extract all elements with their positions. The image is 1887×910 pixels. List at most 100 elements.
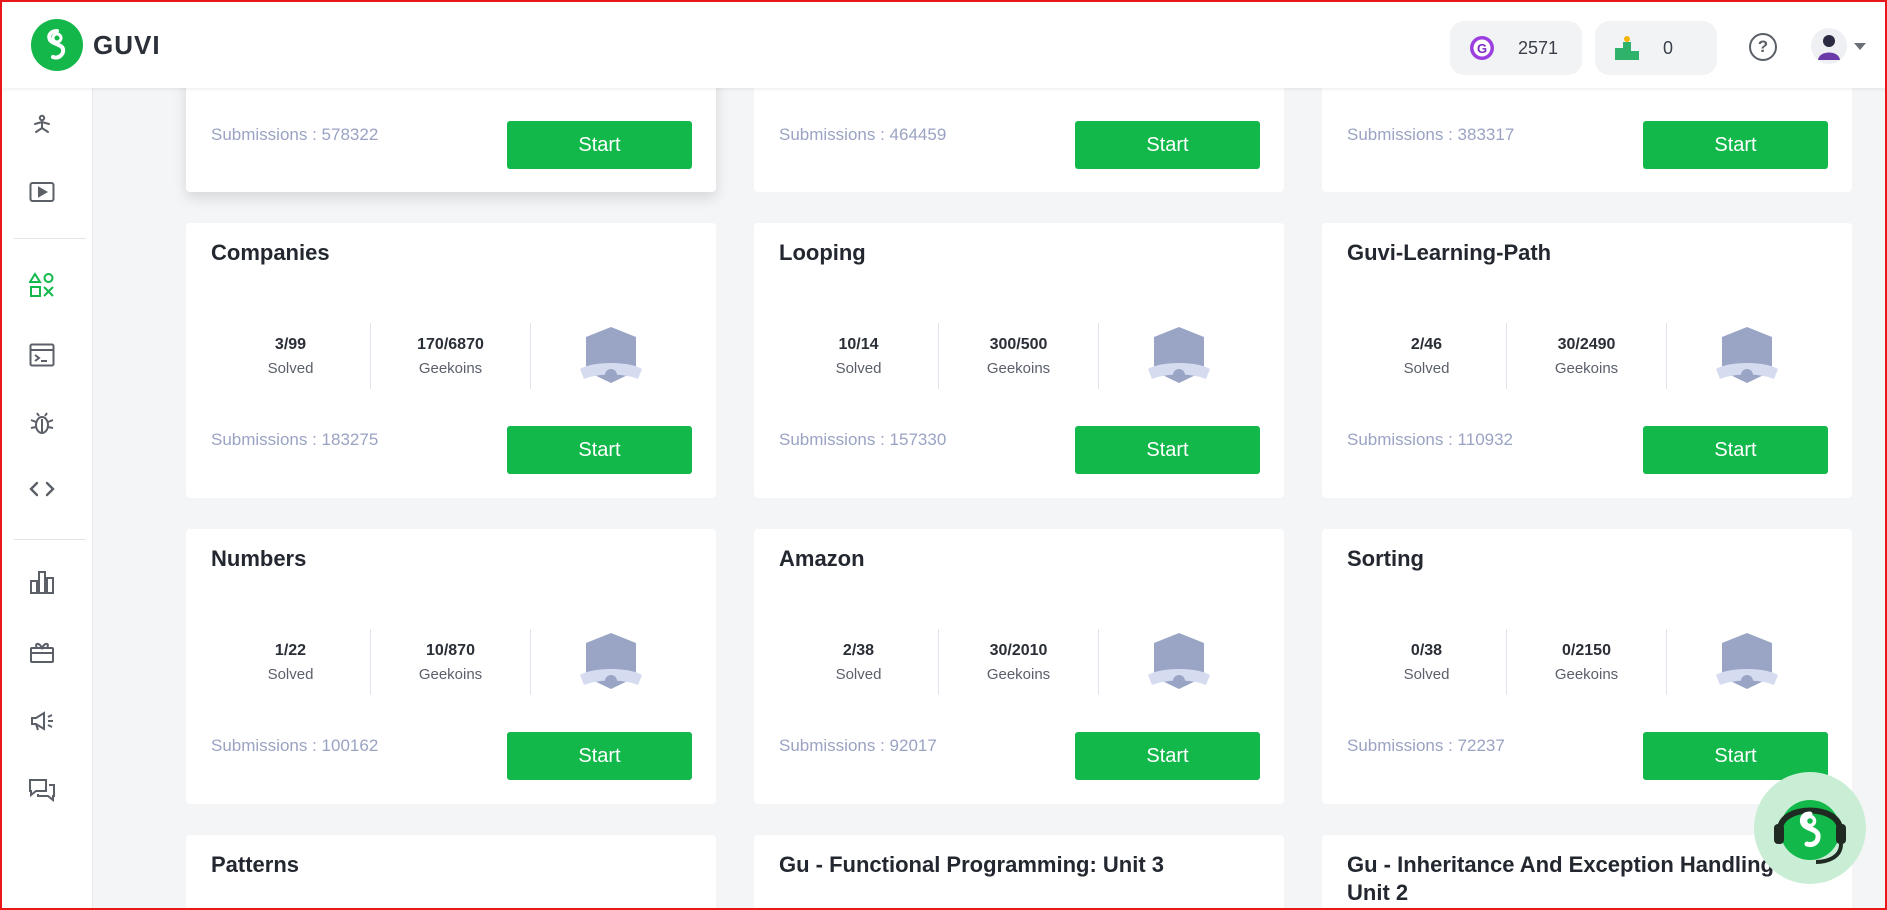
- problem-card-amazon: Amazon 2/38 Solved 30/2010 Geekoins Submis…: [754, 529, 1284, 804]
- start-button[interactable]: Start: [1643, 426, 1828, 474]
- problem-card-sorting: Sorting 0/38 Solved 0/2150 Geekoins Submis…: [1322, 529, 1852, 804]
- start-button[interactable]: Start: [507, 426, 692, 474]
- card-title: Guvi-Learning-Path: [1347, 240, 1552, 265]
- geekoins-value: 30/2010: [989, 641, 1048, 659]
- card-title: Companies: [211, 240, 330, 265]
- submissions-count: Submissions : 72237: [1347, 736, 1505, 755]
- sidebar-divider: [14, 238, 86, 239]
- geekoins-label: Geekoins: [418, 665, 483, 683]
- solved-label: Solved: [835, 359, 882, 377]
- submissions-count: Submissions : 100162: [211, 736, 379, 755]
- bug-icon[interactable]: [27, 408, 57, 438]
- start-button[interactable]: Start: [507, 121, 692, 169]
- gift-icon[interactable]: [27, 637, 57, 667]
- yoga-icon[interactable]: [27, 110, 57, 140]
- card-stats: 2/38 Solved 30/2010 Geekoins: [779, 629, 1259, 695]
- start-button[interactable]: Start: [507, 732, 692, 780]
- avatar[interactable]: [1811, 28, 1847, 64]
- solved-stat: 10/14 Solved: [779, 323, 939, 389]
- problem-card-looping: Looping 10/14 Solved 300/500 Geekoins Subm…: [754, 223, 1284, 498]
- solved-value: 1/22: [274, 641, 307, 659]
- solved-label: Solved: [1403, 359, 1450, 377]
- submissions-count: Submissions : 383317: [1347, 125, 1515, 144]
- geekoins-counter[interactable]: G 2571: [1450, 21, 1582, 75]
- submissions-count: Submissions : 110932: [1347, 430, 1514, 449]
- badge-icon: [1667, 323, 1827, 389]
- geekoins-label: Geekoins: [986, 665, 1051, 683]
- guvi-logo-mark: [31, 19, 83, 71]
- geekoins-label: Geekoins: [1554, 665, 1619, 683]
- geekoins-value: 0/2150: [1562, 641, 1611, 659]
- solved-value: 10/14: [838, 335, 879, 353]
- badge-icon: [1667, 629, 1827, 695]
- geekoins-stat: 30/2490 Geekoins: [1507, 323, 1667, 389]
- top-header: GUVI G 2571 0 ?: [0, 0, 1887, 88]
- geekoins-value: 30/2490: [1557, 335, 1616, 353]
- geekoins-stat: 10/870 Geekoins: [371, 629, 531, 695]
- card-title: Looping: [779, 240, 866, 265]
- card-stats: 1/22 Solved 10/870 Geekoins: [211, 629, 691, 695]
- card-title: Patterns: [211, 852, 300, 877]
- solved-label: Solved: [1403, 665, 1450, 683]
- forum-icon[interactable]: [27, 776, 57, 806]
- start-button[interactable]: Start: [1643, 121, 1828, 169]
- solved-stat: 3/99 Solved: [211, 323, 371, 389]
- badge-icon: [531, 629, 691, 695]
- geekoins-value: 300/500: [989, 335, 1048, 353]
- brand-name: GUVI: [93, 29, 161, 60]
- solved-stat: 1/22 Solved: [211, 629, 371, 695]
- submissions-count: Submissions : 578322: [211, 125, 379, 144]
- geekoins-value: 2571: [1518, 37, 1559, 58]
- sidebar: [0, 88, 93, 910]
- geekoin-icon: G: [1470, 36, 1494, 60]
- card-stats: 3/99 Solved 170/6870 Geekoins: [211, 323, 691, 389]
- solved-stat: 2/46 Solved: [1347, 323, 1507, 389]
- video-icon[interactable]: [27, 177, 57, 207]
- badge-icon: [531, 323, 691, 389]
- geekoins-label: Geekoins: [986, 359, 1051, 377]
- submissions-count: Submissions : 157330: [779, 430, 947, 449]
- card-title: Numbers: [211, 546, 307, 571]
- card-title: Gu - Functional Programming: Unit 3: [779, 852, 1164, 877]
- rank-value: 0: [1663, 37, 1674, 58]
- solved-value: 0/38: [1410, 641, 1443, 659]
- problem-card-functional-programming: Gu - Functional Programming: Unit 3: [754, 835, 1284, 910]
- solved-stat: 2/38 Solved: [779, 629, 939, 695]
- chevron-down-icon[interactable]: [1854, 43, 1866, 50]
- geekoins-stat: 170/6870 Geekoins: [371, 323, 531, 389]
- card-stats: 10/14 Solved 300/500 Geekoins: [779, 323, 1259, 389]
- start-button[interactable]: Start: [1075, 121, 1260, 169]
- geekoins-value: 10/870: [426, 641, 475, 659]
- geekoins-label: Geekoins: [418, 359, 483, 377]
- solved-label: Solved: [267, 665, 314, 683]
- guvi-logo[interactable]: GUVI: [31, 19, 161, 71]
- problem-card-numbers: Numbers 1/22 Solved 10/870 Geekoins Submis…: [186, 529, 716, 804]
- shapes-icon[interactable]: [27, 270, 57, 300]
- sidebar-divider: [14, 539, 86, 540]
- submissions-count: Submissions : 92017: [779, 736, 937, 755]
- leaderboard-icon[interactable]: [27, 567, 57, 597]
- code-icon[interactable]: [27, 474, 57, 504]
- terminal-icon[interactable]: [27, 340, 57, 370]
- help-icon[interactable]: ?: [1749, 33, 1777, 61]
- geekoins-stat: 30/2010 Geekoins: [939, 629, 1099, 695]
- geekoins-label: Geekoins: [1554, 359, 1619, 377]
- submissions-count: Submissions : 464459: [779, 125, 947, 144]
- submissions-count: Submissions : 183275: [211, 430, 379, 449]
- rank-counter[interactable]: 0: [1595, 21, 1717, 75]
- chat-support-button[interactable]: [1754, 772, 1866, 884]
- card-title: Amazon: [779, 546, 865, 571]
- solved-value: 3/99: [274, 335, 307, 353]
- megaphone-icon[interactable]: [27, 706, 57, 736]
- geekoins-stat: 0/2150 Geekoins: [1507, 629, 1667, 695]
- card-stats: 2/46 Solved 30/2490 Geekoins: [1347, 323, 1827, 389]
- solved-value: 2/46: [1410, 335, 1443, 353]
- problem-card-guvi-learning-path: Guvi-Learning-Path 2/46 Solved 30/2490 Gee…: [1322, 223, 1852, 498]
- card-title: Gu - Inheritance And Exception Handling:…: [1347, 852, 1782, 905]
- start-button[interactable]: Start: [1075, 426, 1260, 474]
- problem-card-companies: Companies 3/99 Solved 170/6870 Geekoins Su…: [186, 223, 716, 498]
- card-stats: 0/38 Solved 0/2150 Geekoins: [1347, 629, 1827, 695]
- headset-icon: [1774, 800, 1846, 864]
- problem-card-patterns: Patterns: [186, 835, 716, 910]
- start-button[interactable]: Start: [1075, 732, 1260, 780]
